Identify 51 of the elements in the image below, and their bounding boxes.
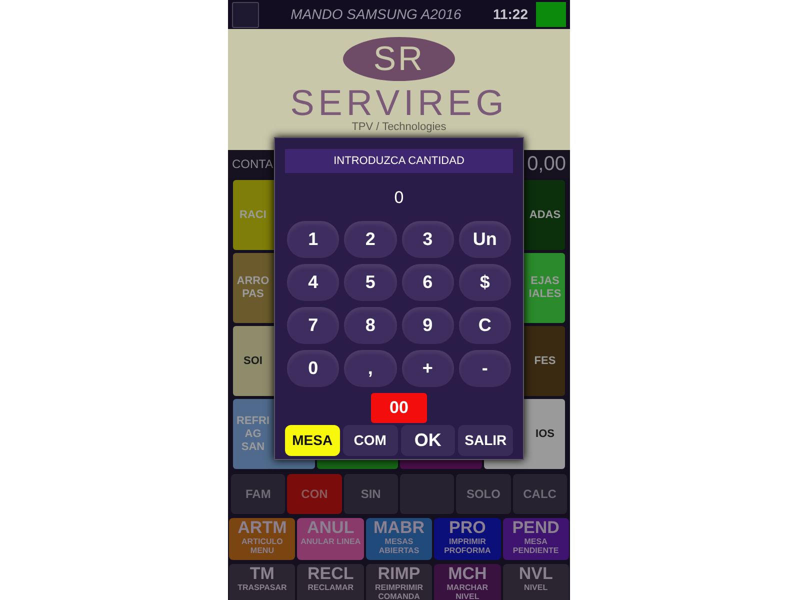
logo-name: SERVIREG [290, 85, 508, 121]
action-button[interactable]: PRO IMPRIMIR PROFORMA [434, 518, 501, 560]
action-button[interactable]: RIMP REIMPRIMIR COMANDA [366, 564, 432, 600]
action-button[interactable]: TM TRASPASAR [229, 564, 296, 600]
status-indicator [536, 2, 566, 27]
category-label: EJAS IALES [528, 275, 562, 301]
total-amount: 0,00 [527, 152, 566, 177]
function-button[interactable]: CALC [512, 474, 567, 514]
keypad-key[interactable]: Un [458, 220, 511, 258]
action-button[interactable]: PEND MESA PENDIENTE [502, 518, 570, 560]
dialog-button[interactable]: MESA [285, 424, 340, 456]
category-label: ADAS [528, 208, 562, 222]
summary-label: CONTA [232, 156, 274, 173]
dialog-button[interactable]: COM [342, 424, 398, 456]
double-zero-button[interactable]: 00 [371, 392, 427, 422]
logo-tagline: TPV / Technologies [352, 121, 446, 133]
action-button[interactable]: NVL NIVEL [502, 564, 570, 600]
category-label: REFRI AG SAN [236, 414, 270, 454]
function-button[interactable]: FAM [231, 474, 286, 514]
menu-square-button[interactable] [232, 2, 259, 28]
category-label: RACI [238, 208, 268, 222]
keypad-key[interactable]: 8 [344, 306, 396, 344]
function-button[interactable]: SOLO [456, 474, 511, 514]
keypad-key[interactable]: + [402, 350, 454, 386]
function-button[interactable]: SIN [344, 474, 398, 514]
action-button[interactable]: MCH MARCHAR NIVEL [434, 564, 501, 600]
keypad-key[interactable]: 7 [287, 306, 340, 344]
keypad-key[interactable]: $ [458, 264, 511, 300]
keypad-key[interactable]: - [458, 350, 511, 386]
keypad-key[interactable]: 0 [287, 350, 340, 386]
keypad-key[interactable]: 3 [402, 220, 454, 258]
keypad-key[interactable]: 6 [402, 264, 454, 300]
keypad-key[interactable]: , [344, 350, 396, 386]
category-label: SOI [242, 354, 264, 368]
keypad-key[interactable]: 4 [287, 264, 340, 300]
dialog-button[interactable]: SALIR [458, 424, 513, 456]
action-button[interactable]: RECL RECLAMAR [297, 564, 364, 600]
category-label: FES [533, 354, 557, 368]
keypad-key[interactable]: 1 [287, 220, 340, 258]
window-title: MANDO SAMSUNG A2016 [290, 5, 462, 24]
keypad-key[interactable]: 5 [344, 264, 396, 300]
keypad-key[interactable]: C [458, 306, 511, 344]
category-label: ARRO PAS [236, 275, 270, 301]
keypad-key[interactable]: 9 [402, 306, 454, 344]
category-label: IOS [534, 428, 556, 440]
logo-monogram: SR [343, 37, 455, 81]
quantity-display: 0 [393, 187, 405, 209]
dialog-button[interactable]: OK [400, 424, 456, 456]
keypad-key[interactable]: 2 [344, 220, 396, 258]
clock-time: 11:22 [492, 5, 528, 24]
dialog-title: INTRODUZCA CANTIDAD [285, 149, 513, 173]
